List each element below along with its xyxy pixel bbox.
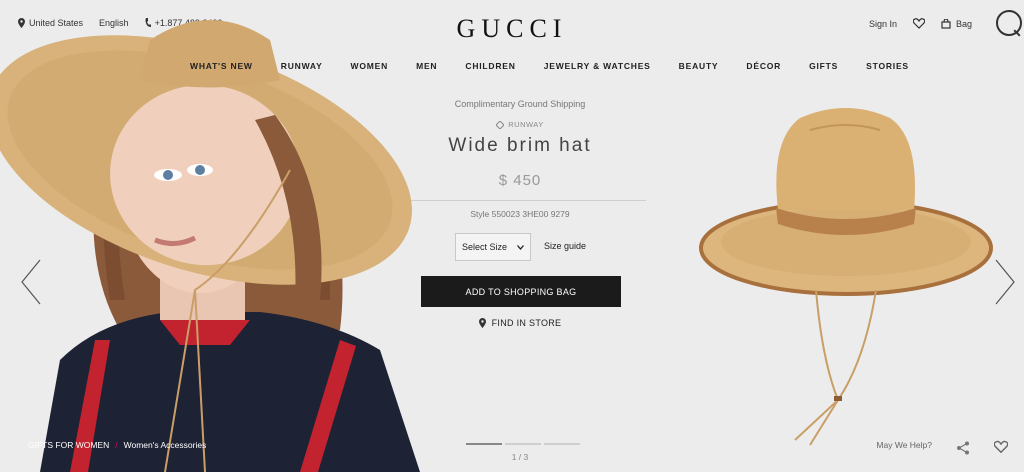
carousel-segment-1[interactable]: [466, 443, 502, 445]
size-select[interactable]: Select Size: [455, 233, 531, 261]
bag-button[interactable]: Bag: [941, 18, 972, 29]
nav-children[interactable]: CHILDREN: [465, 61, 515, 71]
product-title: Wide brim hat: [448, 135, 592, 156]
size-select-label: Select Size: [462, 242, 508, 252]
runway-tag-label: RUNWAY: [508, 120, 544, 129]
share-icon[interactable]: [956, 441, 970, 455]
nav-men[interactable]: MEN: [416, 61, 437, 71]
product-photo: [690, 100, 1000, 460]
add-to-bag-button[interactable]: ADD TO SHOPPING BAG: [421, 276, 621, 307]
nav-women[interactable]: WOMEN: [351, 61, 389, 71]
nav-beauty[interactable]: BEAUTY: [679, 61, 719, 71]
carousel-segment-3[interactable]: [544, 443, 580, 445]
style-number: Style 550023 3HE00 9279: [470, 209, 570, 219]
wishlist-button[interactable]: [912, 18, 925, 29]
breadcrumb-separator: /: [115, 440, 118, 450]
nav-stories[interactable]: STORIES: [866, 61, 909, 71]
nav-whats-new[interactable]: WHAT'S NEW: [190, 61, 253, 71]
nav-gifts[interactable]: GIFTS: [809, 61, 838, 71]
carousel-pager: 1 / 3: [511, 452, 529, 462]
breadcrumb-womens-accessories[interactable]: Women's Accessories: [124, 440, 207, 450]
find-in-store-link[interactable]: FIND IN STORE: [390, 318, 650, 328]
heart-icon[interactable]: [994, 440, 1008, 454]
bag-icon: [941, 18, 951, 29]
location-pin-icon: [478, 318, 486, 328]
bag-label: Bag: [955, 18, 972, 29]
carousel-progress: [466, 443, 580, 445]
search-icon[interactable]: [996, 10, 1022, 36]
diamond-icon: [496, 120, 505, 129]
chevron-right-icon[interactable]: [990, 258, 1018, 306]
breadcrumb-gifts-women[interactable]: GIFTS FOR WOMEN: [28, 440, 109, 450]
product-price: $ 450: [498, 172, 542, 189]
heart-icon: [912, 18, 925, 29]
nav-decor[interactable]: DÉCOR: [746, 61, 781, 71]
sign-in-link[interactable]: Sign In: [869, 19, 897, 29]
utility-right: Sign In Bag: [869, 18, 972, 29]
divider: [396, 200, 646, 201]
find-in-store-label: FIND IN STORE: [491, 318, 562, 328]
chevron-down-icon: [517, 244, 524, 250]
runway-tag: RUNWAY: [390, 120, 650, 129]
help-link[interactable]: May We Help?: [876, 440, 932, 450]
carousel-segment-2[interactable]: [505, 443, 541, 445]
main-nav: WHAT'S NEW RUNWAY WOMEN MEN CHILDREN JEW…: [190, 61, 937, 71]
breadcrumb: GIFTS FOR WOMEN / Women's Accessories: [28, 440, 206, 450]
shipping-note: Complimentary Ground Shipping: [454, 99, 586, 109]
nav-runway[interactable]: RUNWAY: [281, 61, 323, 71]
nav-jewelry-watches[interactable]: JEWELRY & WATCHES: [544, 61, 651, 71]
size-guide-link[interactable]: Size guide: [544, 241, 586, 251]
